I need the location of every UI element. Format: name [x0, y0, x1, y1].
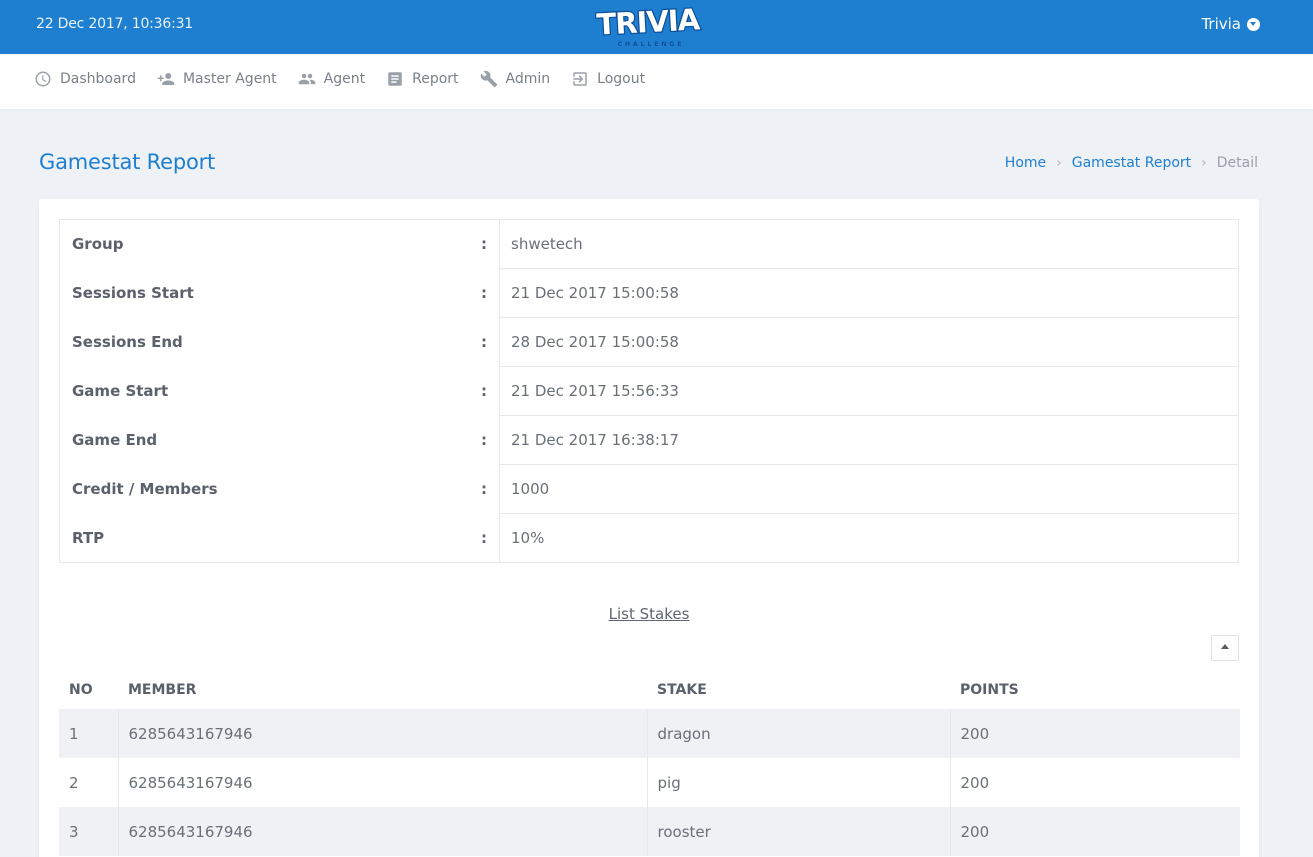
detail-row-sessions-end: Sessions End: 28 Dec 2017 15:00:58 [59, 317, 1239, 367]
column-header-member[interactable]: MEMBER [118, 671, 647, 709]
nav-item-logout[interactable]: Logout [571, 70, 645, 88]
breadcrumb-home[interactable]: Home [1005, 155, 1046, 171]
cell-points: 200 [950, 709, 1240, 758]
chevron-right-icon: › [1201, 155, 1207, 171]
top-bar: 22 Dec 2017, 10:36:31 TRIVIA CHALLENGE T… [0, 0, 1313, 54]
detail-value: 10% [499, 513, 1239, 563]
table-row: 1 6285643167946 dragon 200 [59, 709, 1240, 758]
nav-label: Logout [597, 71, 646, 87]
table-header-row: NO MEMBER STAKE POINTS [59, 671, 1240, 709]
detail-separator: : [481, 284, 487, 302]
column-header-no[interactable]: NO [59, 671, 118, 709]
nav-label: Dashboard [60, 71, 136, 87]
cell-stake: rooster [647, 807, 951, 856]
nav-item-master-agent[interactable]: Master Agent [157, 70, 277, 88]
table-row: 2 6285643167946 pig 200 [59, 758, 1240, 807]
nav-label: Agent [323, 71, 366, 87]
detail-label: Group [72, 235, 124, 254]
dashboard-icon [35, 71, 51, 87]
trivia-logo[interactable]: TRIVIA CHALLENGE [581, 0, 716, 50]
nav-item-dashboard[interactable]: Dashboard [34, 70, 136, 88]
cell-member: 6285643167946 [118, 807, 648, 856]
people-icon [298, 73, 315, 85]
detail-value: 28 Dec 2017 15:00:58 [499, 317, 1239, 367]
detail-value: 21 Dec 2017 16:38:17 [499, 415, 1239, 465]
cell-stake: pig [647, 758, 951, 807]
cell-member: 6285643167946 [118, 709, 648, 758]
current-datetime: 22 Dec 2017, 10:36:31 [36, 16, 194, 32]
column-header-points[interactable]: POINTS [950, 671, 1240, 709]
nav-item-report[interactable]: Report [386, 70, 459, 88]
detail-row-game-start: Game Start: 21 Dec 2017 15:56:33 [59, 366, 1239, 416]
breadcrumb-detail: Detail [1216, 155, 1258, 171]
breadcrumb: Home › Gamestat Report › Detail [1005, 155, 1258, 171]
detail-value: 21 Dec 2017 15:00:58 [499, 268, 1239, 318]
collapse-button[interactable] [1211, 635, 1239, 661]
list-stakes-link[interactable]: List Stakes [39, 605, 1259, 623]
cell-no: 1 [59, 709, 119, 758]
page-title: Gamestat Report [39, 150, 216, 174]
detail-label: Game Start [72, 382, 169, 400]
cell-points: 200 [950, 807, 1240, 856]
report-icon [388, 72, 402, 86]
cell-stake: dragon [647, 709, 951, 758]
nav-label: Admin [505, 71, 551, 87]
detail-row-sessions-start: Sessions Start: 21 Dec 2017 15:00:58 [59, 268, 1239, 318]
detail-value: shwetech [511, 235, 583, 253]
stakes-table: NO MEMBER STAKE POINTS 1 6285643167946 d… [59, 671, 1240, 856]
column-header-stake[interactable]: STAKE [647, 671, 950, 709]
cell-member: 6285643167946 [118, 758, 648, 807]
breadcrumb-gamestat-report[interactable]: Gamestat Report [1072, 155, 1191, 171]
main-nav: Dashboard Master Agent Agent Report Admi… [0, 54, 1313, 109]
detail-row-credit-members: Credit / Members: 1000 [59, 464, 1239, 514]
detail-separator: : [481, 235, 487, 254]
logo-text: TRIVIA [596, 2, 702, 41]
cell-no: 2 [59, 758, 119, 807]
cell-points: 200 [950, 758, 1240, 807]
detail-separator: : [481, 431, 487, 449]
report-card: Group: shwetech Sessions Start: 21 Dec 2… [39, 199, 1259, 857]
nav-item-agent[interactable]: Agent [298, 70, 365, 88]
detail-row-group: Group: shwetech [59, 219, 1239, 269]
table-row: 3 6285643167946 rooster 200 [59, 807, 1240, 856]
detail-label: Credit / Members [72, 480, 218, 498]
detail-value: 1000 [499, 464, 1239, 514]
detail-row-game-end: Game End: 21 Dec 2017 16:38:17 [59, 415, 1239, 465]
detail-separator: : [481, 382, 487, 400]
detail-label: Game End [72, 431, 158, 449]
user-menu-label: Trivia [1201, 15, 1241, 33]
detail-label: Sessions Start [72, 284, 194, 302]
cell-no: 3 [59, 807, 119, 856]
user-menu[interactable]: Trivia [1201, 15, 1260, 33]
logout-icon [573, 72, 587, 86]
nav-item-admin[interactable]: Admin [480, 70, 551, 88]
nav-label: Master Agent [182, 71, 277, 87]
detail-separator: : [481, 480, 487, 498]
detail-table: Group: shwetech Sessions Start: 21 Dec 2… [59, 219, 1239, 563]
detail-separator: : [481, 333, 487, 351]
wrench-icon [480, 70, 497, 88]
nav-label: Report [412, 71, 459, 87]
chevron-right-icon: › [1056, 155, 1062, 171]
detail-separator: : [481, 528, 487, 547]
detail-label: Sessions End [72, 333, 183, 351]
detail-row-rtp: RTP: 10% [59, 513, 1239, 563]
detail-value: 21 Dec 2017 15:56:33 [499, 366, 1239, 416]
chevron-down-icon [1247, 17, 1260, 31]
detail-label: RTP [72, 528, 105, 547]
logo-subtext: CHALLENGE [618, 41, 685, 48]
person-add-icon [157, 73, 175, 85]
